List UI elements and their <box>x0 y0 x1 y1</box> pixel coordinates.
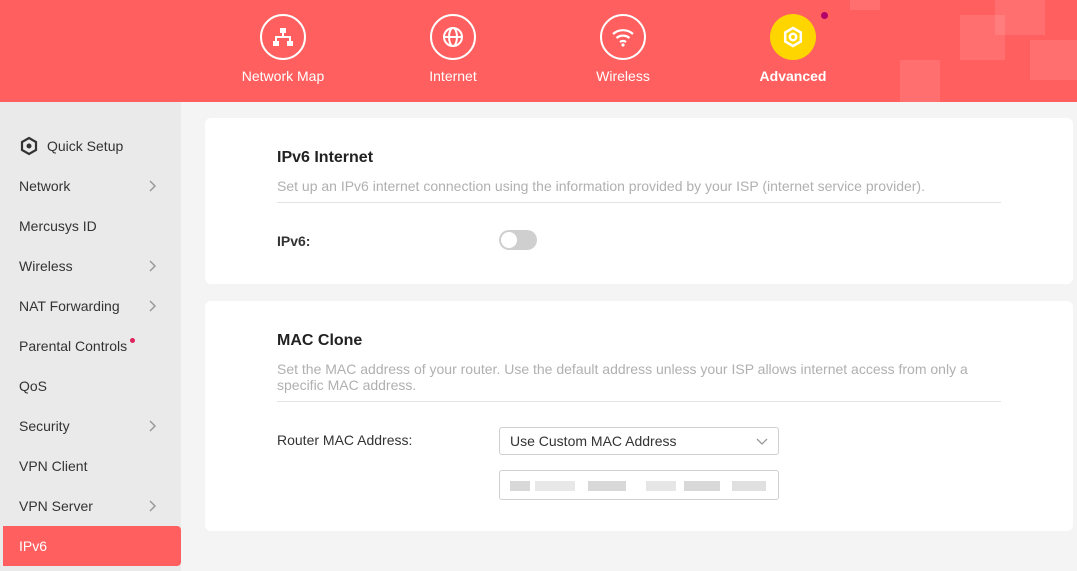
sidebar-item-nat-forwarding[interactable]: NAT Forwarding <box>3 286 181 326</box>
chevron-right-icon <box>149 420 157 432</box>
blurred-text <box>732 481 766 491</box>
chevron-down-icon <box>756 438 768 445</box>
nav-network-map[interactable]: Network Map <box>223 14 343 84</box>
sidebar-item-parental-controls[interactable]: Parental Controls <box>3 326 181 366</box>
notification-badge <box>130 337 136 343</box>
nav-label: Internet <box>429 68 477 84</box>
sidebar-item-label: IPv6 <box>19 538 48 554</box>
nav-label: Network Map <box>241 68 325 84</box>
nav-label: Wireless <box>596 68 650 84</box>
nav-wireless[interactable]: Wireless <box>563 14 683 84</box>
header-decoration <box>1030 40 1077 80</box>
blurred-text <box>684 481 720 491</box>
ipv6-internet-card: IPv6 Internet Set up an IPv6 internet co… <box>205 118 1073 284</box>
sidebar-item-ipv6[interactable]: IPv6 <box>3 526 181 566</box>
header-decoration <box>995 0 1045 35</box>
section-description: Set the MAC address of your router. Use … <box>277 361 968 393</box>
divider <box>277 202 1001 203</box>
chevron-right-icon <box>149 260 157 272</box>
section-title: IPv6 Internet <box>277 149 374 166</box>
nav-internet[interactable]: Internet <box>393 14 513 84</box>
globe-icon <box>430 14 476 60</box>
chevron-right-icon <box>149 180 157 192</box>
sidebar-item-label: Quick Setup <box>47 138 124 154</box>
wifi-icon <box>600 14 646 60</box>
sidebar-item-label: Wireless <box>19 258 73 274</box>
gear-icon <box>770 14 816 60</box>
select-value: Use Custom MAC Address <box>510 433 677 449</box>
sidebar-item-security[interactable]: Security <box>3 406 181 446</box>
blurred-text <box>588 481 626 491</box>
quick-setup-icon <box>20 136 38 156</box>
sidebar-item-vpn-client[interactable]: VPN Client <box>3 446 181 486</box>
sidebar-item-label: Mercusys ID <box>19 218 97 234</box>
network-map-icon <box>260 14 306 60</box>
sidebar-item-label: NAT Forwarding <box>19 298 120 314</box>
sidebar-item-label: VPN Server <box>19 498 93 514</box>
blurred-text <box>535 481 575 491</box>
sidebar-item-label: QoS <box>19 378 48 394</box>
nav-advanced[interactable]: Advanced <box>733 12 853 84</box>
nav-label: Advanced <box>759 68 827 84</box>
router-mac-label: Router MAC Address: <box>277 432 413 448</box>
blurred-text <box>646 481 676 491</box>
toggle-knob <box>501 232 517 248</box>
sidebar-item-qos[interactable]: QoS <box>3 366 181 406</box>
sidebar-item-network[interactable]: Network <box>3 166 181 206</box>
header-decoration <box>850 0 880 10</box>
section-description: Set up an IPv6 internet connection using… <box>277 178 925 194</box>
sidebar-item-label: VPN Client <box>19 458 88 474</box>
sidebar-item-label: Parental Controls <box>19 338 128 354</box>
blurred-text <box>510 481 530 491</box>
notification-dot <box>821 12 828 19</box>
top-nav-bar: Network Map Internet Wireless Advanced <box>0 0 1077 102</box>
sidebar-item-label: Security <box>19 418 70 434</box>
mac-clone-card: MAC Clone Set the MAC address of your ro… <box>205 301 1073 531</box>
sidebar-item-wireless[interactable]: Wireless <box>3 246 181 286</box>
sidebar: Quick Setup Network Mercusys ID Wireless… <box>0 102 181 571</box>
ipv6-toggle-label: IPv6: <box>277 233 311 249</box>
chevron-right-icon <box>149 300 157 312</box>
sidebar-item-label: Network <box>19 178 71 194</box>
mac-address-select[interactable]: Use Custom MAC Address <box>499 427 779 455</box>
sidebar-item-vpn-server[interactable]: VPN Server <box>3 486 181 526</box>
section-title: MAC Clone <box>277 332 363 349</box>
ipv6-toggle[interactable] <box>499 230 537 250</box>
sidebar-item-mercusys-id[interactable]: Mercusys ID <box>3 206 181 246</box>
mac-address-input[interactable] <box>499 470 779 500</box>
divider <box>277 401 1001 402</box>
header-decoration <box>900 60 940 102</box>
sidebar-item-quick-setup[interactable]: Quick Setup <box>3 126 181 166</box>
chevron-right-icon <box>149 500 157 512</box>
